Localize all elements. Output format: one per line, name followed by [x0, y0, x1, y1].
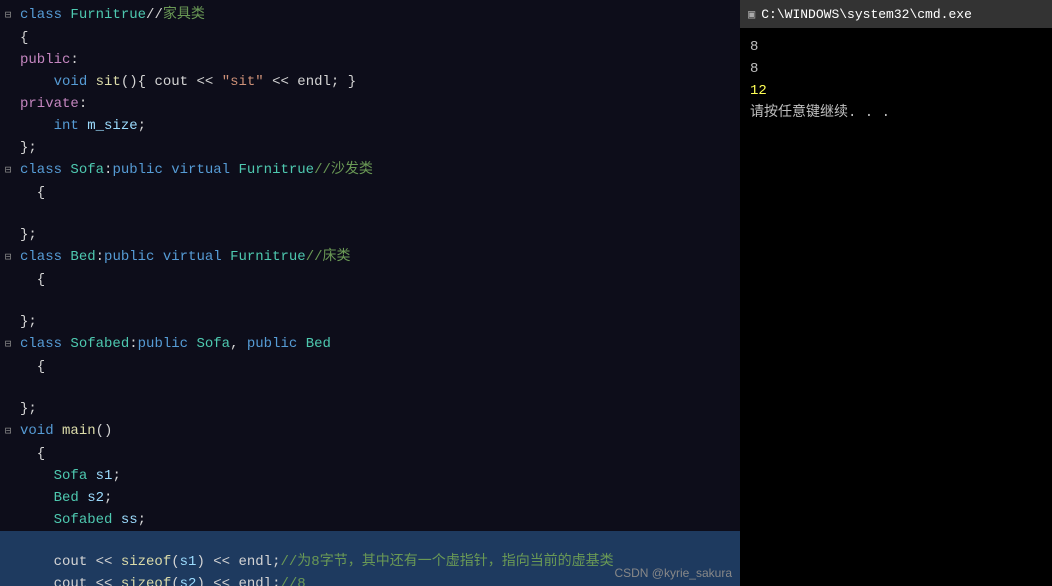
code-editor: ⊟class Furnitrue//家具类{public: void sit()… [0, 0, 740, 586]
cmd-titlebar: ▣ C:\WINDOWS\system32\cmd.exe [740, 0, 1052, 28]
line-content: { [16, 357, 740, 377]
code-line: Sofabed ss; [0, 509, 740, 531]
line-content: }; [16, 312, 740, 332]
code-line [0, 291, 740, 311]
code-line: { [0, 27, 740, 49]
code-line [0, 378, 740, 398]
code-line [0, 531, 740, 551]
code-line: ⊟class Furnitrue//家具类 [0, 4, 740, 27]
cmd-line: 8 [750, 58, 1042, 80]
line-content: Bed s2; [16, 488, 740, 508]
line-content: void main() [16, 421, 740, 441]
fold-icon[interactable]: ⊟ [0, 422, 16, 442]
cmd-line: 12 [750, 80, 1042, 102]
cmd-title: C:\WINDOWS\system32\cmd.exe [761, 7, 972, 22]
code-line: { [0, 356, 740, 378]
code-line: ⊟class Bed:public virtual Furnitrue//床类 [0, 246, 740, 269]
line-content: private: [16, 94, 740, 114]
code-line: { [0, 269, 740, 291]
code-line: ⊟class Sofa:public virtual Furnitrue//沙发… [0, 159, 740, 182]
line-content: class Sofa:public virtual Furnitrue//沙发类 [16, 160, 740, 180]
line-content: public: [16, 50, 740, 70]
code-line: private: [0, 93, 740, 115]
fold-icon[interactable]: ⊟ [0, 335, 16, 355]
code-line: { [0, 182, 740, 204]
line-content: }; [16, 225, 740, 245]
code-line: }; [0, 224, 740, 246]
line-content: class Furnitrue//家具类 [16, 5, 740, 25]
code-line: }; [0, 398, 740, 420]
line-content: }; [16, 399, 740, 419]
cmd-line: 请按任意键继续. . . [750, 102, 1042, 124]
code-line: Bed s2; [0, 487, 740, 509]
code-line: }; [0, 311, 740, 333]
code-line: Sofa s1; [0, 465, 740, 487]
line-content: class Sofabed:public Sofa, public Bed [16, 334, 740, 354]
fold-icon[interactable]: ⊟ [0, 6, 16, 26]
code-line: }; [0, 137, 740, 159]
line-content: void sit(){ cout << "sit" << endl; } [16, 72, 740, 92]
code-line: int m_size; [0, 115, 740, 137]
line-content: Sofa s1; [16, 466, 740, 486]
cmd-output: 8812请按任意键继续. . . [740, 28, 1052, 586]
line-content: { [16, 270, 740, 290]
watermark: CSDN @kyrie_sakura [614, 566, 732, 580]
line-content: { [16, 28, 740, 48]
line-content: { [16, 183, 740, 203]
code-line: ⊟void main() [0, 420, 740, 443]
cmd-icon: ▣ [748, 7, 755, 22]
cmd-line: 8 [750, 36, 1042, 58]
line-content: class Bed:public virtual Furnitrue//床类 [16, 247, 740, 267]
code-line: void sit(){ cout << "sit" << endl; } [0, 71, 740, 93]
fold-icon[interactable]: ⊟ [0, 248, 16, 268]
line-content: }; [16, 138, 740, 158]
line-content: { [16, 444, 740, 464]
code-line: public: [0, 49, 740, 71]
line-content: Sofabed ss; [16, 510, 740, 530]
fold-icon[interactable]: ⊟ [0, 161, 16, 181]
code-line: ⊟class Sofabed:public Sofa, public Bed [0, 333, 740, 356]
code-line [0, 204, 740, 224]
cmd-window: ▣ C:\WINDOWS\system32\cmd.exe 8812请按任意键继… [740, 0, 1052, 586]
code-line: { [0, 443, 740, 465]
line-content: int m_size; [16, 116, 740, 136]
